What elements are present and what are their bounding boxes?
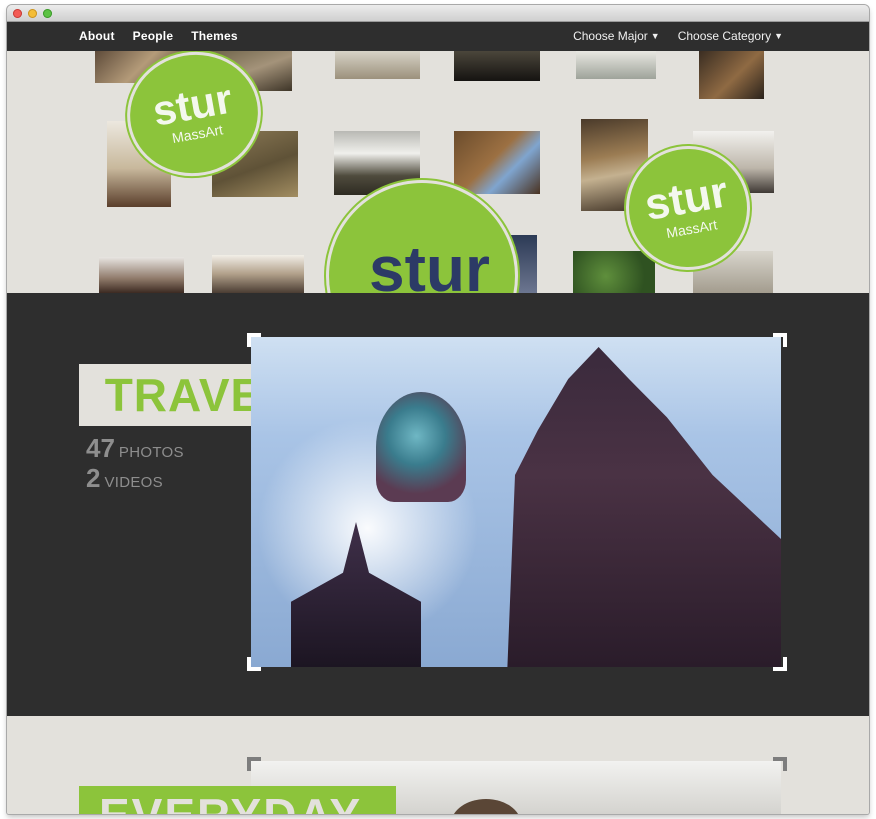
caret-down-icon: ▼ [774, 31, 783, 41]
collage-photo[interactable] [573, 251, 655, 293]
videos-count: 2 [86, 463, 101, 493]
nav-link-about[interactable]: About [79, 29, 115, 43]
collage-photo[interactable] [335, 51, 420, 79]
nav-link-themes[interactable]: Themes [191, 29, 238, 43]
theme-section-travel: TRAVEL 47 PHOTOS 2 VIDEOS [7, 293, 869, 716]
nav-links: About People Themes [79, 29, 238, 43]
window-titlebar [7, 5, 869, 22]
collage-photo[interactable] [454, 131, 540, 194]
zoom-window-button[interactable] [43, 9, 52, 18]
photos-count-row: 47 PHOTOS [86, 433, 184, 463]
browser-window: About People Themes Choose Major ▼ Choos… [7, 5, 869, 814]
collage-photo[interactable] [576, 51, 656, 79]
choose-category-dropdown[interactable]: Choose Category ▼ [678, 29, 783, 43]
frame-corner [773, 333, 787, 347]
nav-filters: Choose Major ▼ Choose Category ▼ [573, 29, 783, 43]
minimize-window-button[interactable] [28, 9, 37, 18]
hero-collage: stur MassArt stur MassArt stur [7, 51, 869, 293]
theme-title-block[interactable]: EVERYDAY [79, 786, 396, 814]
collage-photo[interactable] [99, 257, 184, 293]
theme-section-everyday: EVERYDAY [7, 716, 869, 814]
photo-dome-shape [376, 392, 466, 502]
frame-corner [247, 757, 261, 771]
photo-person-shape [451, 799, 521, 814]
caret-down-icon: ▼ [650, 31, 660, 41]
choose-category-label: Choose Category [677, 29, 772, 43]
stamp-word: stur [369, 233, 490, 293]
frame-corner [247, 333, 261, 347]
featured-photo-travel[interactable] [251, 337, 781, 667]
collage-photo[interactable] [212, 255, 304, 293]
choose-major-dropdown[interactable]: Choose Major ▼ [573, 29, 660, 43]
theme-stats: 47 PHOTOS 2 VIDEOS [86, 433, 184, 493]
photos-count: 47 [86, 433, 115, 463]
theme-title: EVERYDAY [99, 792, 362, 814]
nav-link-people[interactable]: People [133, 29, 174, 43]
collage-photo[interactable] [699, 51, 764, 99]
videos-label: VIDEOS [104, 474, 163, 491]
featured-photo-frame[interactable] [247, 333, 787, 671]
stur-logo-stamp-large: stur [329, 183, 515, 293]
photo-cathedral-shape [507, 347, 781, 667]
choose-major-label: Choose Major [573, 29, 648, 43]
frame-corner [773, 757, 787, 771]
collage-photo[interactable] [454, 51, 540, 81]
stamp-word: stur [641, 167, 732, 231]
videos-count-row: 2 VIDEOS [86, 463, 184, 493]
close-window-button[interactable] [13, 9, 22, 18]
photo-spire-shape [291, 522, 421, 667]
frame-corner [247, 657, 261, 671]
photos-label: PHOTOS [118, 444, 184, 461]
frame-corner [773, 657, 787, 671]
top-navigation: About People Themes Choose Major ▼ Choos… [7, 22, 869, 51]
